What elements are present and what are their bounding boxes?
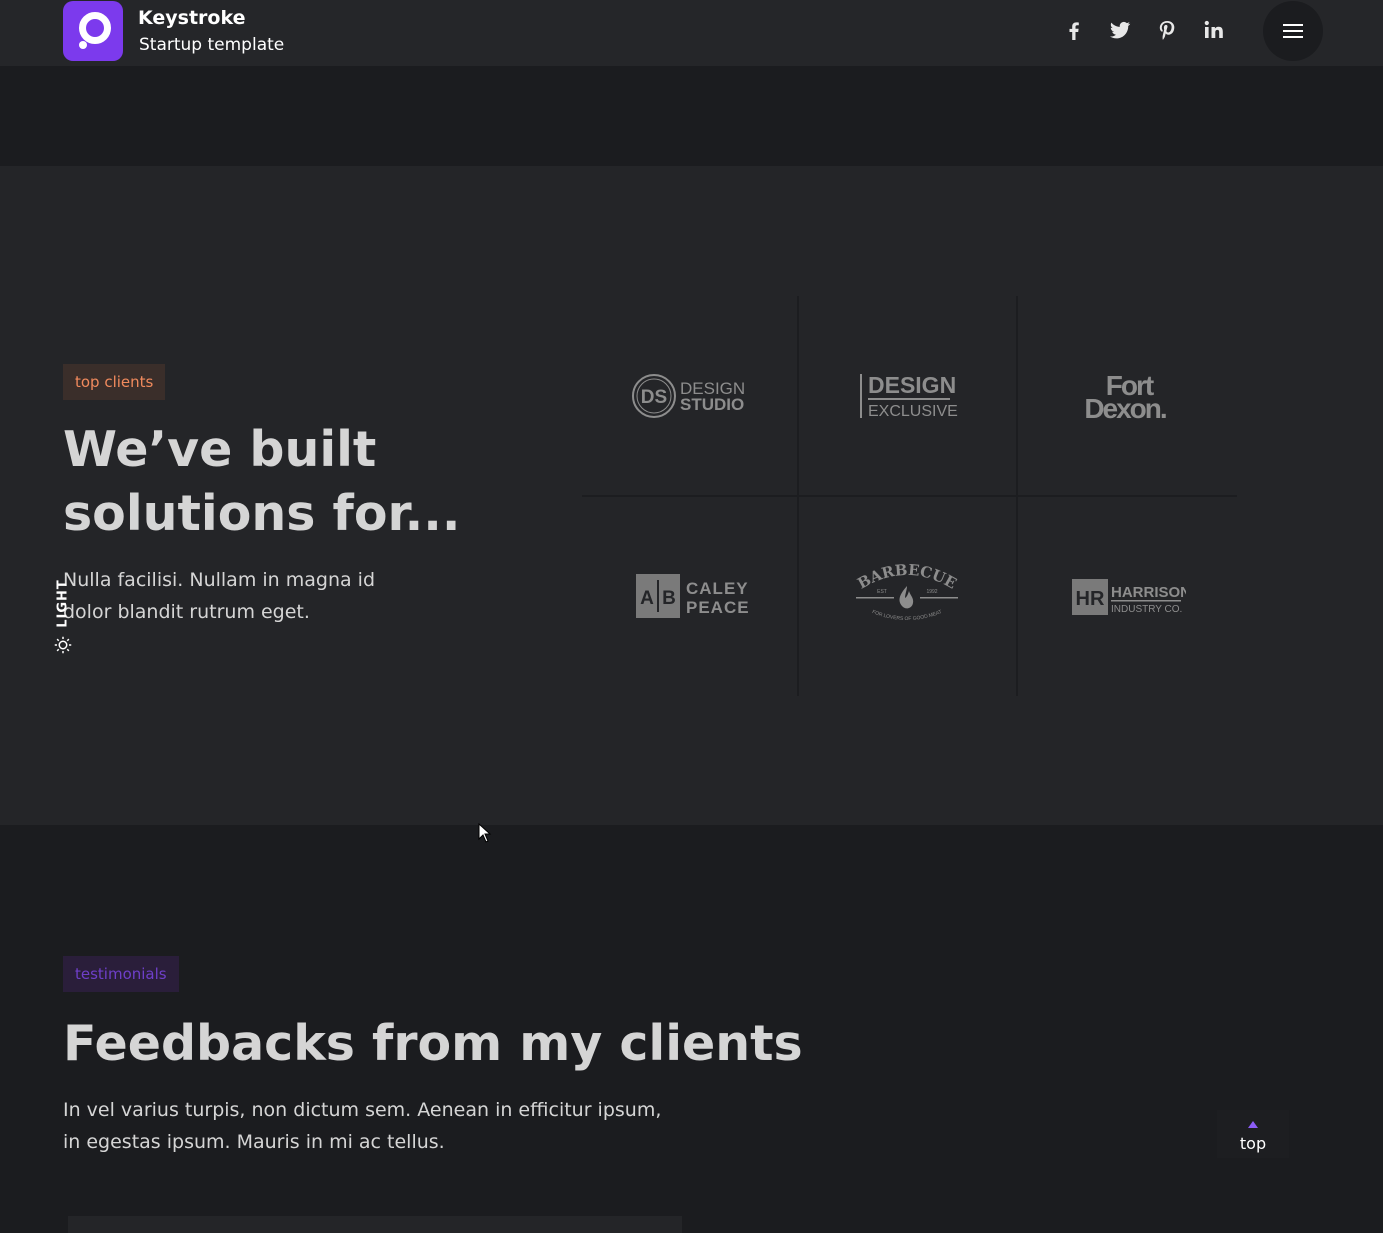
client-logo-harrison: HR HARRISON INDUSTRY CO. (1018, 497, 1234, 697)
ds-line2: STUDIO (680, 395, 744, 414)
section-badge: testimonials (63, 956, 179, 992)
pinterest-icon[interactable] (1155, 18, 1179, 42)
section-heading: Feedbacks from my clients (63, 1015, 803, 1072)
logo-ring-icon[interactable] (63, 1, 123, 61)
cp-line1: CALEY (686, 579, 749, 598)
twitter-icon[interactable] (1108, 18, 1132, 42)
hero-bottom-band (0, 66, 1383, 166)
client-logo-caley-peace: A B CALEY PEACE (582, 497, 798, 697)
cp-line2: PEACE (686, 598, 750, 617)
bbq-line1: BARBECUE (854, 564, 959, 593)
clients-section: top clients We’ve built solutions for...… (0, 166, 1383, 825)
section-paragraph: In vel varius turpis, non dictum sem. Ae… (63, 1099, 662, 1153)
svg-text:BARBECUE: BARBECUE (854, 564, 959, 593)
mouse-cursor-icon (478, 823, 492, 843)
section-badge: top clients (63, 364, 166, 400)
svg-text:FOR LOVERS OF GOOD MEAT: FOR LOVERS OF GOOD MEAT (871, 609, 943, 622)
facebook-icon[interactable] (1062, 18, 1086, 42)
bbq-est: EST (877, 589, 887, 595)
brand-subtitle: Startup template (139, 35, 285, 55)
arrow-up-icon (1248, 1121, 1258, 1128)
fd-line2: Dexon. (1084, 393, 1166, 424)
section-heading: We’ve built solutions for... (63, 421, 461, 542)
ds-mark: DS (641, 387, 667, 408)
brand-title[interactable]: Keystroke (138, 7, 246, 29)
de-line2: EXCLUSIVE (868, 403, 958, 420)
linkedin-icon[interactable] (1202, 18, 1226, 42)
client-logo-barbecue: BARBECUE EST 1992 FOR LOVERS OF GOOD MEA… (799, 497, 1015, 697)
client-logo-design-exclusive: DESIGN EXCLUSIVE (799, 296, 1015, 496)
theme-toggle-label: LIGHT (55, 579, 71, 628)
de-line1: DESIGN (868, 372, 956, 398)
testimonial-card (68, 1216, 682, 1233)
cp-mark-b: B (662, 588, 676, 609)
site-header: Keystroke Startup template (0, 0, 1383, 66)
back-to-top-label: top (1239, 1134, 1267, 1153)
hr-mark: HR (1076, 588, 1105, 610)
hamburger-icon[interactable] (1263, 1, 1323, 61)
theme-toggle[interactable]: LIGHT (52, 578, 76, 660)
bbq-tagline: FOR LOVERS OF GOOD MEAT (871, 609, 943, 622)
bbq-year: 1992 (926, 589, 937, 595)
hr-line2: INDUSTRY CO. (1111, 604, 1182, 615)
sun-icon (54, 636, 72, 654)
cp-mark-a: A (640, 588, 654, 609)
client-logo-fort-dexon: Fort Dexon. (1018, 296, 1234, 496)
client-logo-design-studio: DS DESIGN STUDIO (582, 296, 798, 496)
hr-line1: HARRISON (1111, 584, 1186, 601)
back-to-top-button[interactable]: top (1217, 1110, 1289, 1158)
section-paragraph: Nulla facilisi. Nullam in magna id dolor… (63, 569, 376, 623)
